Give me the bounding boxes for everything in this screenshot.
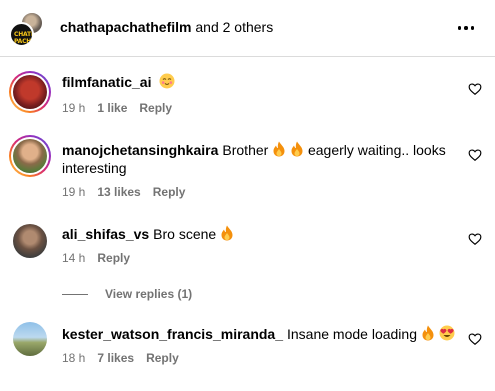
comment-text-wrap: interesting xyxy=(62,159,127,177)
comment-body-continued: eagerly waiting.. looks xyxy=(307,142,446,158)
comment-username[interactable]: manojchetansinghkaira xyxy=(62,142,218,158)
more-dot-icon xyxy=(464,26,468,30)
more-dot-icon xyxy=(470,26,475,30)
avatar[interactable] xyxy=(13,322,47,356)
avatar[interactable] xyxy=(13,224,47,258)
like-heart-icon[interactable] xyxy=(468,82,482,96)
reply-button[interactable]: Reply xyxy=(153,185,186,199)
like-heart-icon[interactable] xyxy=(468,148,482,162)
comment-meta: 19 h 1 like Reply xyxy=(62,101,184,115)
view-replies-button[interactable]: View replies (1) xyxy=(62,286,192,302)
account-logo: CHATHA PACHA xyxy=(14,31,34,45)
replies-divider-line xyxy=(62,293,88,295)
comment-time: 18 h xyxy=(62,351,86,365)
fire-emoji xyxy=(422,325,434,341)
account-avatar[interactable]: CHATHA PACHA xyxy=(9,22,34,47)
smiling-face-emoji xyxy=(159,73,175,89)
likes-count[interactable]: 13 likes xyxy=(97,185,140,199)
comment-body-end: interesting xyxy=(62,160,127,176)
comment-time: 19 h xyxy=(62,101,86,115)
account-name-link[interactable]: chathapachathefilm xyxy=(60,19,191,35)
fire-emoji xyxy=(291,141,303,157)
comment-text: kester_watson_francis_miranda_ Insane mod… xyxy=(62,325,455,343)
comment-meta: 19 h 13 likes Reply xyxy=(62,185,197,199)
fire-emoji xyxy=(273,141,285,157)
post-header: CHATHA PACHA chathapachathefilm and 2 ot… xyxy=(0,0,495,57)
fire-emoji xyxy=(221,225,233,241)
view-replies-label: View replies (1) xyxy=(105,287,193,301)
likes-count[interactable]: 1 like xyxy=(97,101,127,115)
comment-text: filmfanatic_ai xyxy=(62,73,175,91)
comment-time: 14 h xyxy=(62,251,86,265)
comment-text: manojchetansinghkaira Brother eagerly wai… xyxy=(62,141,446,159)
comment-body: Insane mode loading xyxy=(287,326,417,342)
reply-button[interactable]: Reply xyxy=(97,251,130,265)
comment-username[interactable]: ali_shifas_vs xyxy=(62,226,149,242)
story-ring-avatar[interactable] xyxy=(9,135,51,177)
comment-meta: 14 h Reply xyxy=(62,251,142,265)
reply-button[interactable]: Reply xyxy=(139,101,172,115)
header-title: chathapachathefilm and 2 others xyxy=(60,19,273,35)
more-options-button[interactable] xyxy=(455,18,477,38)
likes-count[interactable]: 7 likes xyxy=(97,351,134,365)
avatar xyxy=(13,75,47,109)
header-avatars[interactable]: CHATHA PACHA xyxy=(8,10,46,48)
reply-button[interactable]: Reply xyxy=(146,351,179,365)
comment-meta: 18 h 7 likes Reply xyxy=(62,351,191,365)
comment-username[interactable]: kester_watson_francis_miranda_ xyxy=(62,326,283,342)
comment-body: Brother xyxy=(222,142,269,158)
heart-eyes-emoji xyxy=(439,325,455,341)
avatar xyxy=(13,139,47,173)
like-heart-icon[interactable] xyxy=(468,332,482,346)
story-ring-avatar[interactable] xyxy=(9,71,51,113)
like-heart-icon[interactable] xyxy=(468,232,482,246)
others-link[interactable]: and 2 others xyxy=(195,19,273,35)
comment-time: 19 h xyxy=(62,185,86,199)
comment-username[interactable]: filmfanatic_ai xyxy=(62,74,151,90)
more-dot-icon xyxy=(457,26,462,30)
comment-text: ali_shifas_vs Bro scene xyxy=(62,225,234,243)
comment-body: Bro scene xyxy=(153,226,217,242)
